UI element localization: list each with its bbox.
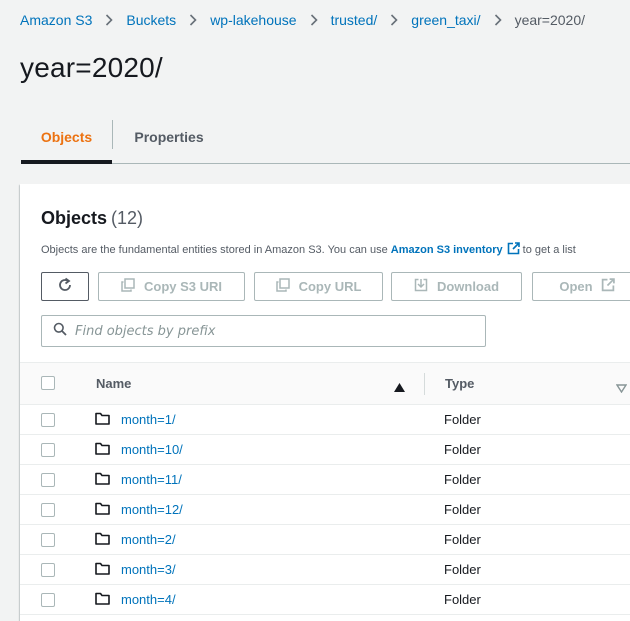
breadcrumb-trusted[interactable]: trusted/	[331, 12, 378, 28]
external-link-icon	[593, 278, 615, 295]
folder-icon	[95, 412, 110, 430]
breadcrumb-green-taxi[interactable]: green_taxi/	[411, 12, 480, 28]
download-button[interactable]: Download	[391, 272, 522, 301]
copy-icon	[275, 278, 299, 295]
folder-icon	[95, 442, 110, 460]
chevron-right-icon	[176, 14, 210, 26]
search-box[interactable]	[41, 315, 486, 347]
breadcrumb-current: year=2020/	[514, 12, 586, 28]
table-row[interactable]: month=2/Folder	[20, 525, 630, 555]
search-icon	[42, 322, 75, 341]
table-row[interactable]: month=1/Folder	[20, 405, 630, 435]
row-checkbox[interactable]	[41, 533, 55, 547]
object-type: Folder	[444, 442, 481, 457]
download-icon	[414, 278, 437, 295]
table-header: Name Type	[20, 362, 630, 405]
objects-description: Objects are the fundamental entities sto…	[41, 242, 630, 258]
object-name-link[interactable]: month=4/	[121, 592, 176, 607]
objects-panel: Objects (12) Objects are the fundamental …	[20, 184, 630, 621]
folder-icon	[95, 502, 110, 520]
column-separator[interactable]	[424, 373, 425, 395]
breadcrumb-buckets[interactable]: Buckets	[126, 12, 176, 28]
folder-icon	[95, 532, 110, 550]
description-text: Objects are the fundamental entities sto…	[41, 244, 391, 256]
object-type: Folder	[444, 592, 481, 607]
search-input[interactable]	[75, 323, 485, 339]
object-type: Folder	[444, 472, 481, 487]
folder-icon	[95, 472, 110, 490]
row-checkbox[interactable]	[41, 503, 55, 517]
objects-title: Objects	[41, 208, 108, 228]
table-row[interactable]: month=3/Folder	[20, 555, 630, 585]
row-checkbox[interactable]	[41, 443, 55, 457]
select-all-checkbox[interactable]	[41, 376, 55, 390]
table-body: month=1/Folder month=10/Folder month=11/Fo…	[20, 405, 630, 615]
objects-heading: Objects (12)	[41, 208, 143, 229]
object-type: Folder	[444, 532, 481, 547]
object-name-link[interactable]: month=3/	[121, 562, 176, 577]
sort-ascending-icon[interactable]	[394, 379, 405, 397]
external-link-icon	[507, 242, 520, 258]
tab-properties[interactable]: Properties	[113, 110, 225, 163]
sort-icon[interactable]	[615, 380, 628, 398]
s3-console-page: Amazon S3 Buckets wp-lakehouse trusted/ …	[0, 0, 630, 621]
folder-icon	[95, 562, 110, 580]
copy-icon	[121, 278, 144, 295]
row-checkbox[interactable]	[41, 473, 55, 487]
object-type: Folder	[444, 502, 481, 517]
breadcrumb-amazon-s3[interactable]: Amazon S3	[20, 12, 92, 28]
object-name-link[interactable]: month=10/	[121, 442, 183, 457]
chevron-right-icon	[92, 14, 126, 26]
breadcrumb: Amazon S3 Buckets wp-lakehouse trusted/ …	[20, 10, 585, 30]
objects-count: (12)	[111, 208, 144, 228]
objects-table: Name Type month=1/Folder month=10/Folder m…	[20, 362, 630, 615]
tab-list: Objects Properties	[21, 110, 630, 164]
table-row[interactable]: month=11/Folder	[20, 465, 630, 495]
column-header-name[interactable]: Name	[96, 376, 131, 391]
object-name-link[interactable]: month=2/	[121, 532, 176, 547]
open-label: Open	[559, 279, 593, 294]
table-row[interactable]: month=4/Folder	[20, 585, 630, 615]
object-name-link[interactable]: month=11/	[121, 472, 182, 487]
chevron-right-icon	[481, 14, 515, 26]
refresh-button[interactable]	[41, 272, 89, 301]
object-name-link[interactable]: month=12/	[121, 502, 183, 517]
object-name-link[interactable]: month=1/	[121, 412, 176, 427]
page-title: year=2020/	[20, 52, 163, 83]
table-row[interactable]: month=10/Folder	[20, 435, 630, 465]
copy-url-label: Copy URL	[298, 279, 362, 294]
refresh-icon	[57, 277, 73, 296]
chevron-right-icon	[297, 14, 331, 26]
object-type: Folder	[444, 412, 481, 427]
row-checkbox[interactable]	[41, 563, 55, 577]
row-checkbox[interactable]	[41, 413, 55, 427]
copy-url-button[interactable]: Copy URL	[254, 272, 383, 301]
download-label: Download	[436, 279, 500, 294]
copy-s3-uri-button[interactable]: Copy S3 URI	[98, 272, 245, 301]
chevron-right-icon	[377, 14, 411, 26]
table-row[interactable]: month=12/Folder	[20, 495, 630, 525]
folder-icon	[95, 592, 110, 610]
copy-s3-uri-label: Copy S3 URI	[143, 279, 222, 294]
inventory-link[interactable]: Amazon S3 inventory	[391, 244, 503, 256]
open-button[interactable]: Open	[532, 272, 630, 301]
breadcrumb-bucket[interactable]: wp-lakehouse	[210, 12, 296, 28]
description-suffix: to get a list	[522, 244, 576, 256]
column-header-type[interactable]: Type	[445, 376, 474, 391]
row-checkbox[interactable]	[41, 593, 55, 607]
object-type: Folder	[444, 562, 481, 577]
tab-objects[interactable]: Objects	[21, 110, 112, 164]
